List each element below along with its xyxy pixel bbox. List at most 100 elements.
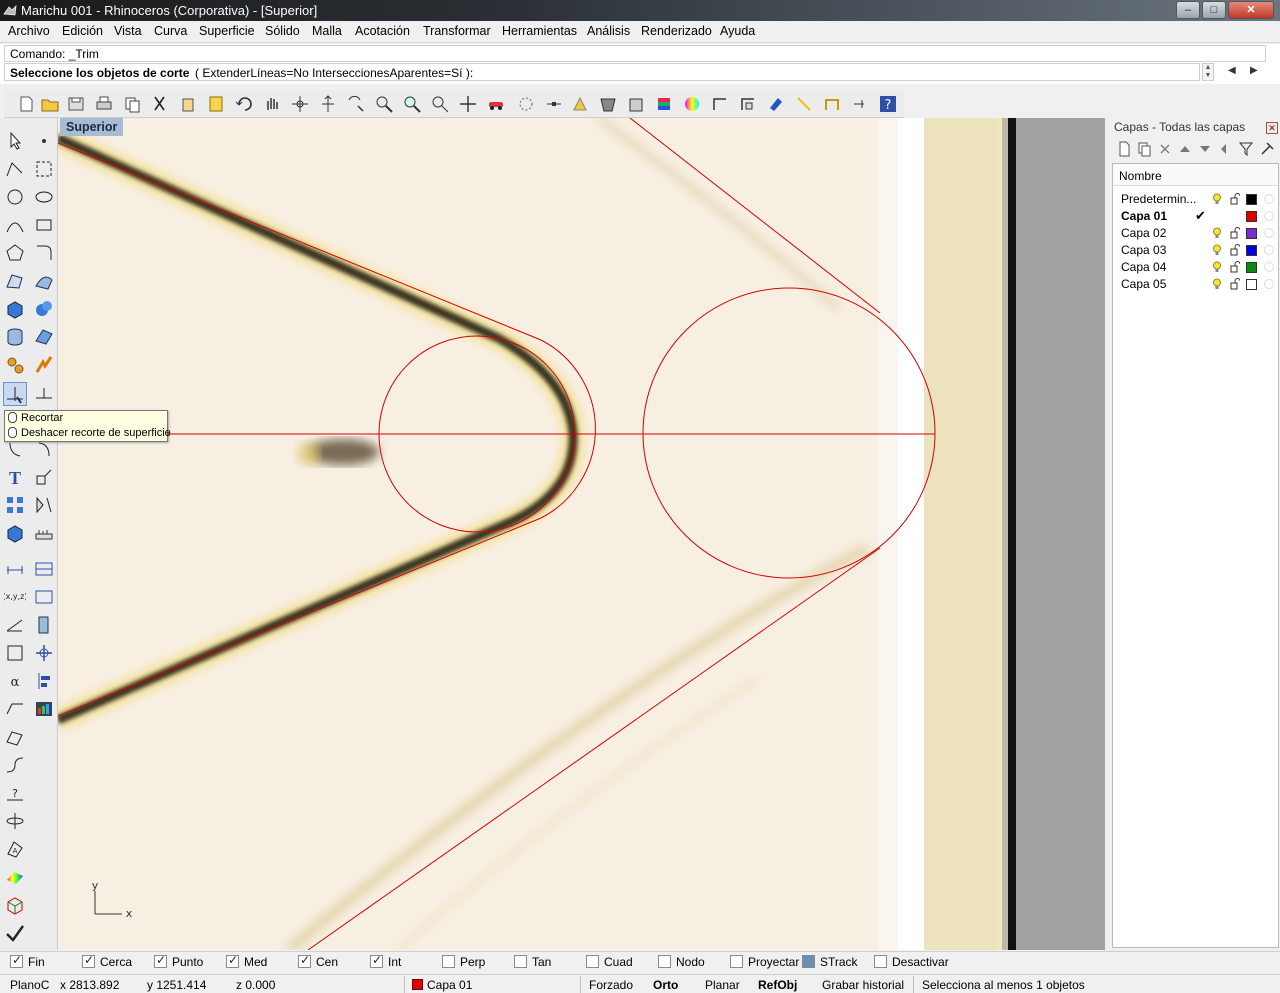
status-cplane[interactable]: PlanoC	[10, 978, 49, 992]
osnap-int[interactable]: Int	[370, 953, 401, 969]
rhino-app-icon[interactable]	[3, 4, 17, 17]
status-refobj[interactable]: RefObj	[758, 978, 797, 992]
layer-color-swatch[interactable]	[1246, 279, 1257, 290]
osnap-checkbox[interactable]	[226, 953, 239, 968]
menu-acotacion[interactable]: Acotación	[355, 24, 410, 38]
surface-points-icon[interactable]	[4, 270, 26, 292]
label-icon[interactable]: A	[4, 838, 26, 860]
osnap-checkbox[interactable]	[802, 955, 815, 968]
unlock-icon[interactable]	[1230, 261, 1240, 273]
viewport-canvas[interactable]: y x	[58, 118, 1105, 950]
layer-color-swatch[interactable]	[1246, 245, 1257, 256]
osnap-perp[interactable]: Perp	[442, 955, 485, 969]
new-sublayer-icon[interactable]	[1138, 142, 1151, 157]
menu-solido[interactable]: Sólido	[265, 24, 300, 38]
viewport-superior[interactable]: y x	[58, 118, 1105, 950]
layer-color-swatch[interactable]	[1246, 228, 1257, 239]
layer-material-icon[interactable]	[1264, 194, 1274, 204]
offset-icon[interactable]	[4, 698, 26, 720]
status-grabar-historial[interactable]: Grabar historial	[822, 978, 904, 992]
pencil-icon[interactable]	[794, 94, 814, 114]
osnap-checkbox[interactable]	[10, 953, 23, 968]
scale-icon[interactable]	[33, 466, 55, 488]
unlock-icon[interactable]	[1230, 244, 1240, 256]
layer-color-swatch[interactable]	[1246, 194, 1257, 205]
status-planar[interactable]: Planar	[705, 978, 740, 992]
osnap-strack[interactable]: STrack	[802, 955, 858, 969]
grid-icon[interactable]	[33, 558, 55, 580]
ellipse-icon[interactable]	[33, 186, 55, 208]
osnap-checkbox[interactable]	[370, 953, 383, 968]
dim-icon[interactable]	[4, 558, 26, 580]
osnap-checkbox[interactable]	[82, 953, 95, 968]
osnap-cen[interactable]: Cen	[298, 953, 338, 969]
rectangle-icon[interactable]	[33, 214, 55, 236]
split-icon[interactable]	[33, 382, 55, 404]
mesh-icon[interactable]	[33, 326, 55, 348]
text-icon[interactable]: T	[4, 466, 26, 488]
layer-material-icon[interactable]	[1264, 279, 1274, 289]
osnap-nodo[interactable]: Nodo	[658, 955, 705, 969]
undo-icon[interactable]	[234, 94, 254, 114]
rotate-view-icon[interactable]	[290, 94, 310, 114]
angle-icon[interactable]	[4, 614, 26, 636]
object-snap-icon[interactable]	[544, 94, 564, 114]
layer-name[interactable]: Capa 04	[1121, 260, 1166, 274]
menu-superficie[interactable]: Superficie	[199, 24, 255, 38]
sphere-solid-icon[interactable]	[33, 298, 55, 320]
bounding-box-icon[interactable]	[4, 642, 26, 664]
zoom-window-icon[interactable]	[346, 94, 366, 114]
close-button[interactable]: ✕	[1228, 1, 1274, 19]
unlock-icon[interactable]	[1230, 278, 1240, 290]
osnap-cerca[interactable]: Cerca	[82, 953, 132, 969]
layer-color-swatch[interactable]	[1246, 211, 1257, 222]
shade-icon[interactable]	[598, 94, 618, 114]
color-bars-icon[interactable]	[33, 698, 55, 720]
plane-icon[interactable]	[4, 810, 26, 832]
scroll-right-icon[interactable]: ▶	[1250, 65, 1258, 76]
osnap-checkbox[interactable]	[874, 955, 887, 968]
cplane-icon[interactable]	[458, 94, 478, 114]
layer-color-swatch[interactable]	[1246, 262, 1257, 273]
layer-row[interactable]: Capa 01 ✔	[1113, 208, 1278, 225]
pan-icon[interactable]	[262, 94, 282, 114]
zoom-extents-icon[interactable]	[374, 94, 394, 114]
layer-name[interactable]: Capa 01	[1121, 209, 1167, 223]
osnap-fin[interactable]: Fin	[10, 953, 45, 969]
layer-name[interactable]: Capa 02	[1121, 226, 1166, 240]
unlock-icon[interactable]	[1230, 193, 1240, 205]
car-icon[interactable]	[486, 94, 506, 114]
lightning-icon[interactable]	[33, 354, 55, 376]
osnap-desactivar[interactable]: Desactivar	[874, 955, 949, 969]
osnap-cuad[interactable]: Cuad	[586, 955, 633, 969]
frame-icon[interactable]	[33, 586, 55, 608]
layers-column-header[interactable]: Nombre	[1113, 164, 1278, 186]
checkmark-icon[interactable]	[4, 922, 26, 944]
viewport-layout-icon[interactable]	[710, 94, 730, 114]
properties-icon[interactable]	[682, 94, 702, 114]
osnap-checkbox[interactable]	[442, 955, 455, 968]
move-up-icon[interactable]	[1180, 146, 1190, 152]
layer-material-icon[interactable]	[1264, 245, 1274, 255]
zoom-selected-icon[interactable]	[430, 94, 450, 114]
select-filter-icon[interactable]	[516, 94, 536, 114]
new-layer-icon[interactable]	[1119, 141, 1130, 157]
light-icon[interactable]	[822, 94, 842, 114]
open-file-icon[interactable]	[40, 94, 60, 114]
layer-row[interactable]: Predetermin...	[1113, 191, 1278, 208]
layer-material-icon[interactable]	[1264, 262, 1274, 272]
move-parent-icon[interactable]	[1221, 144, 1226, 154]
arc-icon[interactable]	[4, 214, 26, 236]
layer-name[interactable]: Capa 03	[1121, 243, 1166, 257]
grid-points-icon[interactable]	[570, 94, 590, 114]
shear-icon[interactable]	[4, 726, 26, 748]
scroll-left-icon[interactable]: ◀	[1228, 65, 1236, 76]
ruler-icon[interactable]	[33, 522, 55, 544]
move-down-icon[interactable]	[1200, 146, 1210, 152]
zoom-dynamic-icon[interactable]	[318, 94, 338, 114]
osnap-checkbox[interactable]	[298, 953, 311, 968]
visibility-bulb-icon[interactable]	[1212, 227, 1222, 239]
copy-icon[interactable]	[122, 94, 142, 114]
xyz-icon[interactable]: (x,y,z)	[4, 586, 26, 608]
status-forzado[interactable]: Forzado	[589, 978, 633, 992]
